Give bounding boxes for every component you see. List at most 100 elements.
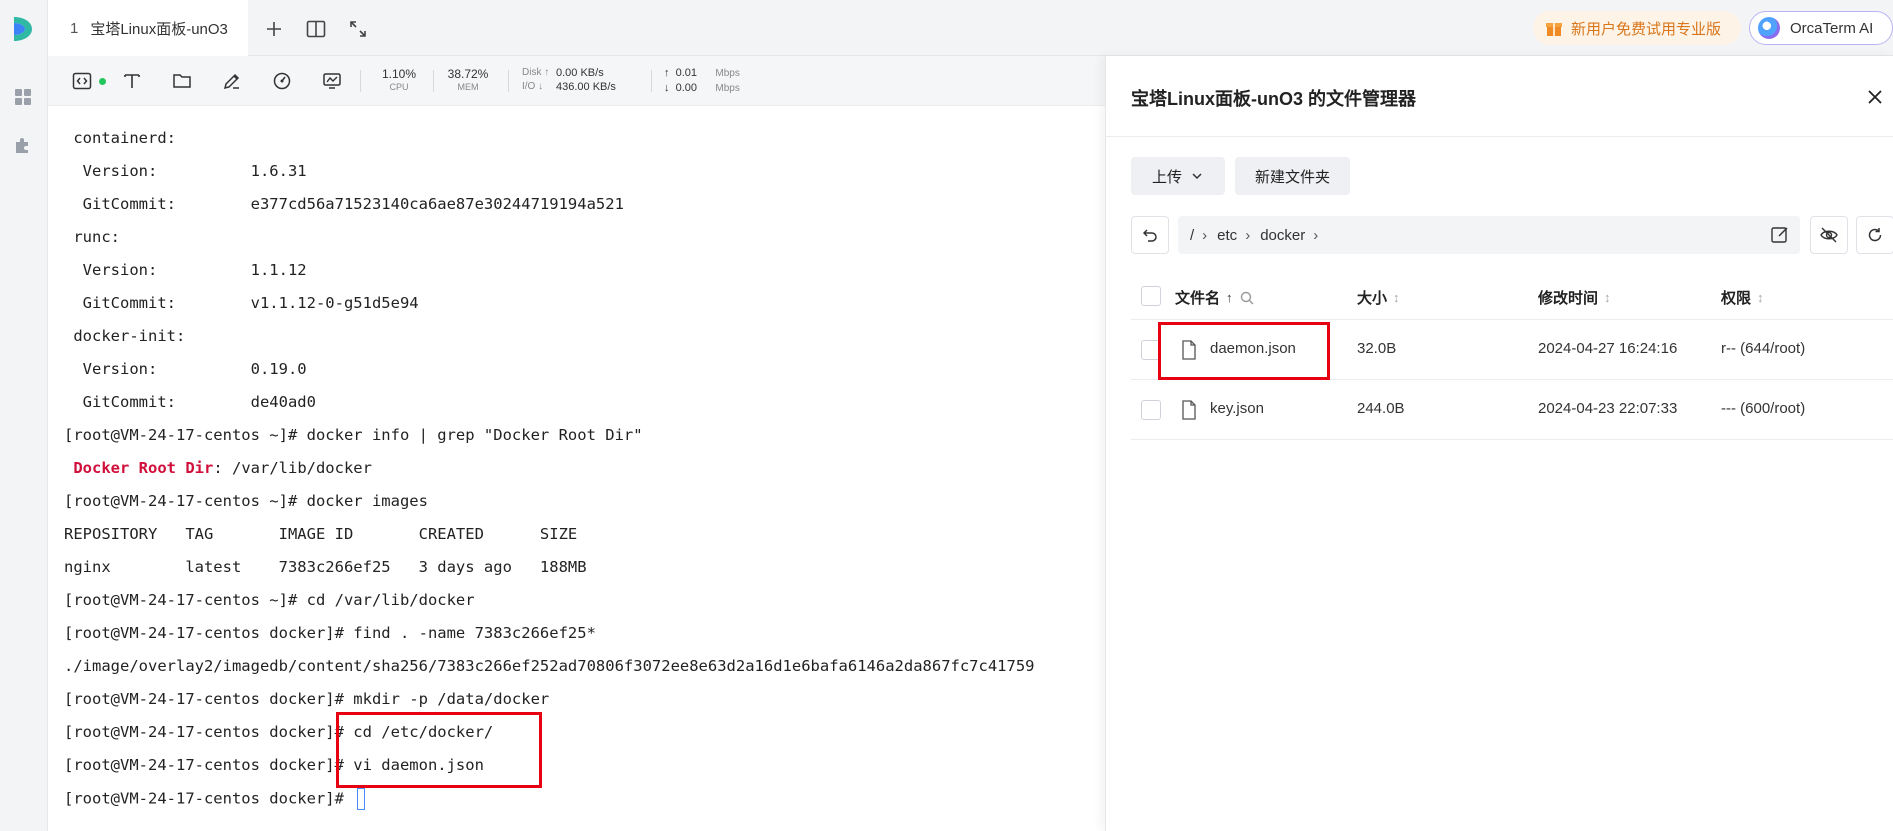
column-size[interactable]: 大小 ↕ [1357,287,1400,308]
sort-up-icon[interactable]: ↑ [1226,290,1233,305]
upload-label: 上传 [1151,168,1182,186]
terminal-line: [root@VM-24-17-centos docker]# mkdir -p … [64,690,550,708]
gift-icon [1546,23,1562,36]
column-modified[interactable]: 修改时间 ↕ [1538,287,1611,308]
terminal-line: runc: [64,228,120,246]
toolbar-divider [651,70,652,92]
search-icon[interactable] [1239,290,1255,306]
terminal-line: [root@VM-24-17-centos ~]# docker images [64,492,428,510]
docker-root-dir-value: : /var/lib/docker [213,459,372,477]
close-icon[interactable] [1864,86,1886,108]
terminal-line: GitCommit: de40ad0 [64,393,316,411]
file-size: 32.0B [1357,340,1397,357]
pen-icon[interactable] [220,69,244,93]
docker-root-dir-key: Docker Root Dir [73,459,214,477]
terminal-line: Version: 1.1.12 [64,261,307,279]
toolbar-divider [360,70,361,92]
tab-server[interactable]: 1 宝塔Linux面板-unO3 [48,0,248,56]
file-icon [1182,400,1196,420]
breadcrumb-docker[interactable]: docker [1260,227,1305,244]
new-folder-button[interactable]: 新建文件夹 [1235,157,1350,195]
terminal-line: ./image/overlay2/imagedb/content/sha256/… [64,657,1035,675]
orcaterm-ai-label: OrcaTerm AI [1790,19,1874,37]
toolbar-divider [508,70,509,92]
code-icon[interactable] [70,69,94,93]
terminal-line: docker-init: [64,327,186,345]
terminal-line: nginx latest 7383c266ef25 3 days ago 188… [64,558,587,576]
breadcrumb[interactable]: / › etc › docker › [1178,216,1800,254]
back-button[interactable] [1131,216,1169,254]
panel-divider [1106,136,1893,137]
gauge-icon[interactable] [270,69,294,93]
chevron-right-icon: › [1313,226,1319,244]
chevron-down-icon [1192,173,1202,180]
column-perm-label: 权限 [1721,290,1752,307]
apps-icon[interactable] [12,86,34,108]
file-modified: 2024-04-23 22:07:33 [1538,400,1678,417]
breadcrumb-etc[interactable]: etc [1217,227,1237,244]
plugin-icon[interactable] [12,134,34,156]
terminal-line: Version: 1.6.31 [64,162,307,180]
disk-read-value: 0.00 KB/s [556,67,604,79]
mem-stat: 38.72% MEM [443,67,493,92]
folder-icon[interactable] [170,69,194,93]
cpu-label: CPU [389,82,409,92]
split-view-icon[interactable] [304,17,328,41]
app-logo-icon[interactable] [10,14,36,44]
terminal-line: GitCommit: v1.1.12-0-g51d5e94 [64,294,419,312]
terminal-prompt: [root@VM-24-17-centos docker]# [64,789,354,808]
disk-io-stat: Disk ↑ 0.00 KB/s I/O ↓ 436.00 KB/s [522,67,616,93]
terminal-line: [root@VM-24-17-centos ~]# docker info | … [64,426,643,444]
orcaterm-ai-icon [1758,17,1780,39]
file-permission[interactable]: --- (600/root) [1721,400,1805,417]
table-row[interactable]: key.json 244.0B 2024-04-23 22:07:33 --- … [1131,380,1893,440]
net-unit: Mbps [715,83,740,94]
terminal-cursor [357,788,366,810]
net-up-value: 0.01 [675,67,698,79]
terminal-line: containerd: [64,129,176,147]
eye-off-icon [1820,227,1838,243]
panel-title: 宝塔Linux面板-unO3 的文件管理器 [1131,89,1416,109]
toggle-hidden-button[interactable] [1810,216,1848,254]
add-tab-icon[interactable] [262,17,286,41]
select-all-checkbox[interactable] [1141,286,1161,306]
network-stat: ↑ 0.01 Mbps ↓ 0.00 Mbps [664,67,740,94]
upload-button[interactable]: 上传 [1131,157,1225,195]
terminal-output[interactable]: containerd: Version: 1.6.31 GitCommit: e… [48,106,1105,831]
monitor-icon[interactable] [320,69,344,93]
file-permission[interactable]: r-- (644/root) [1721,340,1805,357]
terminal-prompt-line: [root@VM-24-17-centos docker]# [64,788,366,810]
file-modified: 2024-04-27 16:24:16 [1538,340,1678,357]
column-perm[interactable]: 权限 ↕ [1721,287,1764,308]
fullscreen-icon[interactable] [346,17,370,41]
chevron-right-icon: › [1245,226,1251,244]
tab-title: 宝塔Linux面板-unO3 [90,20,228,38]
row-checkbox[interactable] [1141,400,1161,420]
breadcrumb-root[interactable]: / [1190,227,1194,244]
net-down-value: 0.00 [675,82,698,94]
file-name[interactable]: key.json [1210,400,1264,417]
terminal-line: Version: 0.19.0 [64,360,307,378]
terminal-line: [root@VM-24-17-centos docker]# find . -n… [64,624,596,642]
refresh-icon [1868,228,1882,242]
sort-icon[interactable]: ↕ [1393,290,1400,305]
cpu-value: 1.10% [381,67,417,81]
promo-button[interactable]: 新用户免费试用专业版 [1533,11,1741,45]
refresh-button[interactable] [1856,216,1893,254]
orcaterm-ai-button[interactable]: OrcaTerm AI [1749,11,1893,45]
disk-write-value: 436.00 KB/s [556,81,616,93]
highlight-box [336,712,542,788]
file-manager-panel: 宝塔Linux面板-unO3 的文件管理器 上传 新建文件夹 / › etc ›… [1105,56,1893,831]
mem-value: 38.72% [447,67,489,81]
io-label: I/O [522,81,536,92]
edit-path-icon[interactable] [1770,225,1790,245]
column-name[interactable]: 文件名 ↑ [1175,287,1255,308]
terminal-line: GitCommit: e377cd56a71523140ca6ae87e3024… [64,195,624,213]
toolbar-divider [433,70,434,92]
terminal-line: REPOSITORY TAG IMAGE ID CREATED SIZE [64,525,578,543]
highlight-box [1158,322,1330,380]
sort-icon[interactable]: ↕ [1757,290,1764,305]
net-unit: Mbps [715,68,740,79]
sort-icon[interactable]: ↕ [1604,290,1611,305]
text-icon[interactable] [120,69,144,93]
